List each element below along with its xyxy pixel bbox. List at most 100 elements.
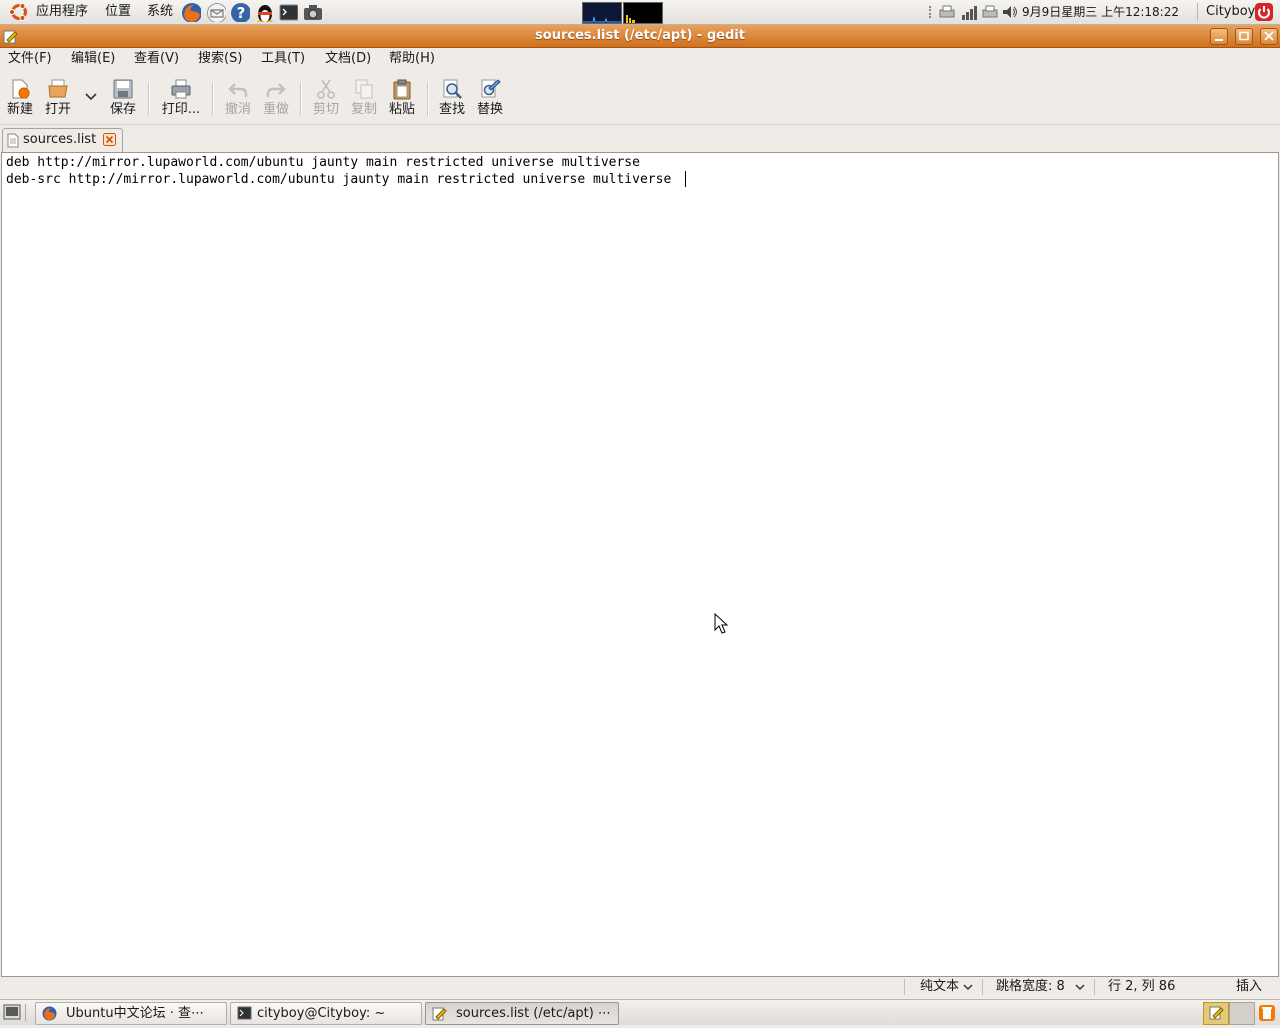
replace-icon — [481, 79, 501, 98]
replace-label: 替换 — [476, 102, 503, 117]
paste-label: 粘贴 — [388, 102, 415, 117]
window-title: sources.list (/etc/apt) - gedit — [535, 28, 745, 43]
bottom-panel: Ubuntu中文论坛 · 查⋯ cityboy@Cityboy: ~ sourc… — [0, 999, 1280, 1025]
copy-button[interactable]: 复制 — [346, 76, 382, 122]
network-monitor-graph[interactable] — [623, 2, 663, 24]
undo-button[interactable]: 撤消 — [220, 76, 256, 122]
close-window-button[interactable] — [1260, 28, 1278, 45]
shutdown-icon[interactable] — [1254, 2, 1274, 22]
firefox-icon — [42, 1006, 57, 1021]
print-button[interactable]: 打印... — [160, 76, 202, 122]
copy-icon — [355, 79, 373, 99]
clock[interactable]: 9月9日星期三 上午12:18:22 — [1022, 3, 1179, 21]
maximize-button[interactable] — [1235, 28, 1253, 45]
redo-label: 重做 — [262, 102, 289, 117]
taskbar-label: Ubuntu中文论坛 · 查⋯ — [66, 1006, 204, 1021]
taskbar-label: cityboy@Cityboy: ~ — [257, 1006, 386, 1021]
volume-icon[interactable] — [1001, 3, 1019, 21]
close-icon — [1264, 31, 1274, 41]
replace-button[interactable]: 替换 — [472, 76, 508, 122]
menu-view[interactable]: 查看(V) — [134, 50, 179, 68]
editor-line-1[interactable]: deb http://mirror.lupaworld.com/ubuntu j… — [6, 154, 640, 171]
new-label: 新建 — [6, 102, 33, 117]
text-editor[interactable]: deb http://mirror.lupaworld.com/ubuntu j… — [1, 152, 1279, 977]
mouse-pointer-icon — [714, 613, 729, 634]
toolbar-separator — [148, 82, 150, 116]
menu-file[interactable]: 文件(F) — [8, 50, 52, 68]
tab-label: sources.list — [23, 132, 97, 147]
find-magnifier-icon — [443, 79, 462, 99]
redo-arrow-icon — [266, 83, 286, 97]
qq-penguin-icon[interactable] — [254, 2, 274, 22]
ubuntu-logo-icon[interactable] — [8, 2, 30, 22]
applications-menu[interactable]: 应用程序 — [36, 3, 88, 21]
top-panel: 应用程序 位置 系统 ? 9月9日星期三 上午12:18:22 Cityboy — [0, 0, 1280, 25]
open-folder-icon — [48, 79, 68, 98]
system-menu[interactable]: 系统 — [147, 3, 173, 21]
save-floppy-icon — [113, 79, 133, 99]
chevron-down-icon[interactable] — [1074, 981, 1086, 993]
maximize-icon — [1239, 31, 1249, 41]
window-title-bar[interactable]: sources.list (/etc/apt) - gedit — [0, 25, 1280, 48]
minimize-icon — [1215, 39, 1223, 41]
taskbar-label: sources.list (/etc/apt) ⋯ — [456, 1006, 611, 1021]
cut-button[interactable]: 剪切 — [308, 76, 344, 122]
new-button[interactable]: 新建 — [2, 76, 38, 122]
menu-search[interactable]: 搜索(S) — [198, 50, 242, 68]
find-button[interactable]: 查找 — [434, 76, 470, 122]
svg-text:?: ? — [237, 4, 246, 22]
mail-icon[interactable] — [206, 2, 226, 22]
printer-icon — [171, 79, 191, 99]
tab-width-selector[interactable]: 跳格宽度: 8 — [996, 977, 1065, 997]
paste-button[interactable]: 粘贴 — [384, 76, 420, 122]
help-icon[interactable]: ? — [230, 2, 250, 22]
syntax-highlight-selector[interactable]: 纯文本 — [920, 977, 959, 997]
cursor-position: 行 2, 列 86 — [1108, 979, 1176, 994]
editor-line-2[interactable]: deb-src http://mirror.lupaworld.com/ubun… — [6, 171, 671, 188]
cut-label: 剪切 — [312, 102, 339, 117]
save-button[interactable]: 保存 — [105, 76, 141, 122]
terminal-icon — [237, 1006, 252, 1020]
redo-button[interactable]: 重做 — [258, 76, 294, 122]
minimize-button[interactable] — [1210, 28, 1228, 45]
workspace-1[interactable] — [1203, 1002, 1229, 1025]
close-tab-icon[interactable] — [103, 133, 116, 146]
show-desktop-icon[interactable] — [3, 1004, 21, 1021]
printer-tray-icon[interactable] — [938, 3, 956, 21]
status-divider — [904, 979, 905, 995]
clipboard-icon — [393, 79, 411, 100]
open-button[interactable]: 打开 — [40, 76, 76, 122]
open-label: 打开 — [44, 102, 71, 117]
taskbar-item-gedit[interactable]: sources.list (/etc/apt) ⋯ — [425, 1002, 619, 1025]
status-divider — [1094, 979, 1095, 995]
text-file-icon — [7, 133, 19, 148]
workspace-2[interactable] — [1229, 1002, 1255, 1025]
print-label: 打印... — [161, 102, 201, 117]
places-menu[interactable]: 位置 — [105, 3, 131, 21]
toolbar-separator — [427, 82, 429, 116]
network-signal-icon[interactable] — [960, 3, 978, 21]
insert-mode: 插入 — [1236, 979, 1263, 994]
recent-files-dropdown-icon[interactable] — [84, 90, 98, 104]
new-document-icon — [12, 79, 30, 99]
panel-divider — [1197, 3, 1198, 21]
chevron-down-icon[interactable] — [962, 981, 974, 993]
menu-tools[interactable]: 工具(T) — [261, 50, 305, 68]
screenshot-camera-icon[interactable] — [302, 2, 322, 22]
undo-arrow-icon — [228, 83, 248, 97]
firefox-icon[interactable] — [181, 2, 201, 22]
taskbar-item-firefox[interactable]: Ubuntu中文论坛 · 查⋯ — [35, 1002, 227, 1025]
menu-help[interactable]: 帮助(H) — [389, 50, 435, 68]
panel-divider — [25, 1004, 26, 1021]
find-label: 查找 — [438, 102, 465, 117]
menu-documents[interactable]: 文档(D) — [325, 50, 371, 68]
menu-edit[interactable]: 编辑(E) — [71, 50, 115, 68]
cpu-monitor-graph[interactable] — [582, 2, 622, 24]
taskbar-item-terminal[interactable]: cityboy@Cityboy: ~ — [230, 1002, 422, 1025]
terminal-icon[interactable] — [278, 2, 298, 22]
tray-handle — [929, 6, 935, 18]
trash-icon[interactable] — [1257, 1003, 1277, 1023]
printer-tray-icon-2[interactable] — [981, 3, 999, 21]
user-switcher[interactable]: Cityboy — [1206, 3, 1255, 21]
tab-sources-list[interactable]: sources.list — [2, 128, 123, 152]
